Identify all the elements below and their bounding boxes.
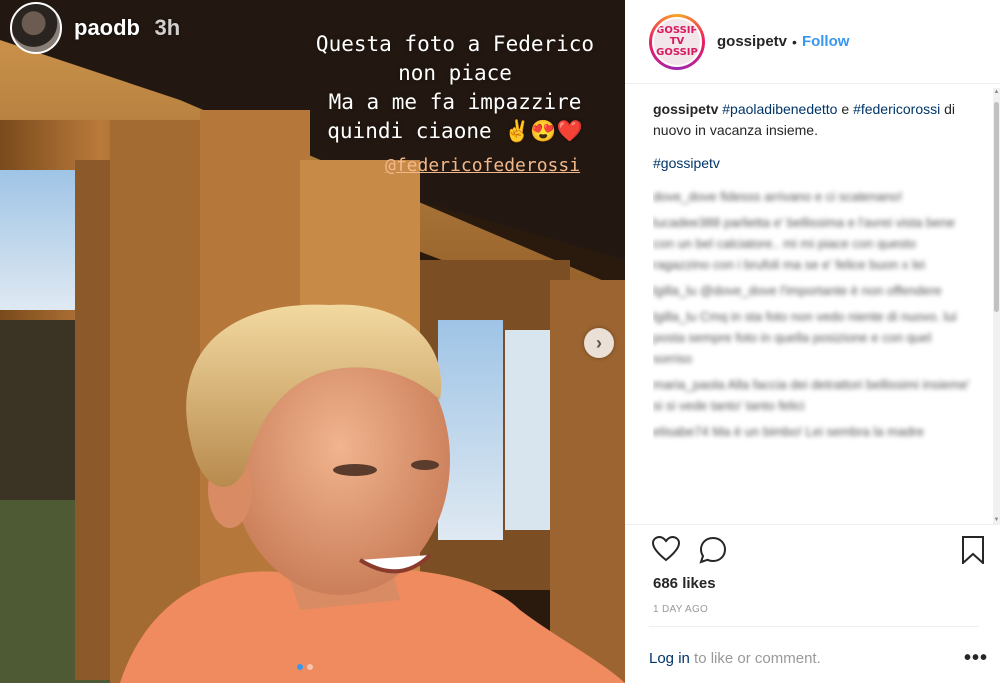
login-text: to like or comment.: [689, 650, 821, 667]
post-caption: gossipetv #paoladibenedetto e #federicor…: [653, 99, 973, 174]
post-timestamp: 1 DAY AGO: [653, 604, 709, 615]
post-header: GOSSIP TV GOSSIP gossipetv • Follow: [625, 0, 1000, 84]
carousel-dot-active: [297, 664, 303, 670]
story-avatar[interactable]: [10, 2, 62, 54]
hashtag-link[interactable]: #gossipetv: [653, 155, 720, 171]
carousel-dot: [307, 664, 313, 670]
story-mention[interactable]: @federicofederossi: [385, 155, 580, 176]
heart-icon[interactable]: [652, 536, 680, 562]
login-prompt: Log in to like or comment.: [649, 626, 979, 667]
scroll-down-icon[interactable]: ▼: [993, 516, 1000, 524]
caption-text: e: [837, 101, 854, 117]
hashtag-link[interactable]: #federicorossi: [853, 101, 940, 117]
post-actions: 686 likes 1 DAY AGO Log in to like or co…: [625, 524, 1000, 683]
caption-line: quindi ciaone ✌️😍❤️: [327, 119, 583, 143]
bookmark-icon[interactable]: [961, 536, 985, 564]
comments-list: gossipetv #paoladibenedetto e #federicor…: [653, 99, 973, 519]
comment-item: lucadee388 parlietta e' bellissima e l'a…: [653, 215, 955, 272]
blurred-comments: dove_dove fidesss arrivano e ci scatenan…: [653, 186, 973, 442]
gossipetv-logo: GOSSIP TV GOSSIP: [652, 16, 702, 67]
comment-icon[interactable]: [699, 536, 727, 564]
caption-line: non piace: [398, 61, 512, 85]
logo-text: GOSSIP: [656, 25, 698, 36]
comment-item: lgilla_lu Cmq in sta foto non vedo nient…: [653, 309, 957, 366]
next-arrow-icon[interactable]: ›: [584, 328, 614, 358]
story-photo: paodb 3h Questa foto a Federico non piac…: [0, 0, 625, 683]
comment-item: elisabe74 Ma è un bimbo! Lei sembra la m…: [653, 424, 924, 439]
more-options-icon[interactable]: •••: [964, 647, 988, 670]
logo-text: TV: [669, 36, 685, 47]
post-panel: GOSSIP TV GOSSIP gossipetv • Follow goss…: [625, 0, 1000, 683]
comments-scrollbar[interactable]: ▲ ▼: [993, 88, 1000, 524]
caption-username[interactable]: gossipetv: [653, 101, 718, 117]
story-header: paodb 3h: [10, 2, 180, 54]
caption-line: Questa foto a Federico: [315, 32, 595, 56]
hashtag-link[interactable]: #paoladibenedetto: [722, 101, 837, 117]
story-timestamp: 3h: [154, 15, 181, 40]
logo-text: GOSSIP: [656, 47, 698, 58]
comment-item: maria_paola Alla faccia dei detrattori b…: [653, 377, 970, 413]
header-separator: •: [792, 33, 797, 50]
likes-count[interactable]: 686 likes: [653, 575, 716, 592]
login-link[interactable]: Log in: [649, 650, 690, 667]
caption-line: Ma a me fa impazzire: [328, 90, 582, 114]
comment-item: lgilla_lu @dove_dove l'importante è non …: [653, 283, 942, 298]
comment-item: dove_dove fidesss arrivano e ci scatenan…: [653, 189, 903, 204]
scrollbar-thumb[interactable]: [994, 102, 999, 312]
story-username[interactable]: paodb: [74, 15, 140, 40]
scroll-up-icon[interactable]: ▲: [993, 88, 1000, 96]
post-avatar[interactable]: GOSSIP TV GOSSIP: [649, 13, 705, 70]
post-username[interactable]: gossipetv: [717, 33, 787, 50]
carousel-dots: [297, 664, 313, 670]
story-caption: Questa foto a Federico non piace Ma a me…: [270, 30, 625, 146]
follow-button[interactable]: Follow: [802, 33, 850, 50]
